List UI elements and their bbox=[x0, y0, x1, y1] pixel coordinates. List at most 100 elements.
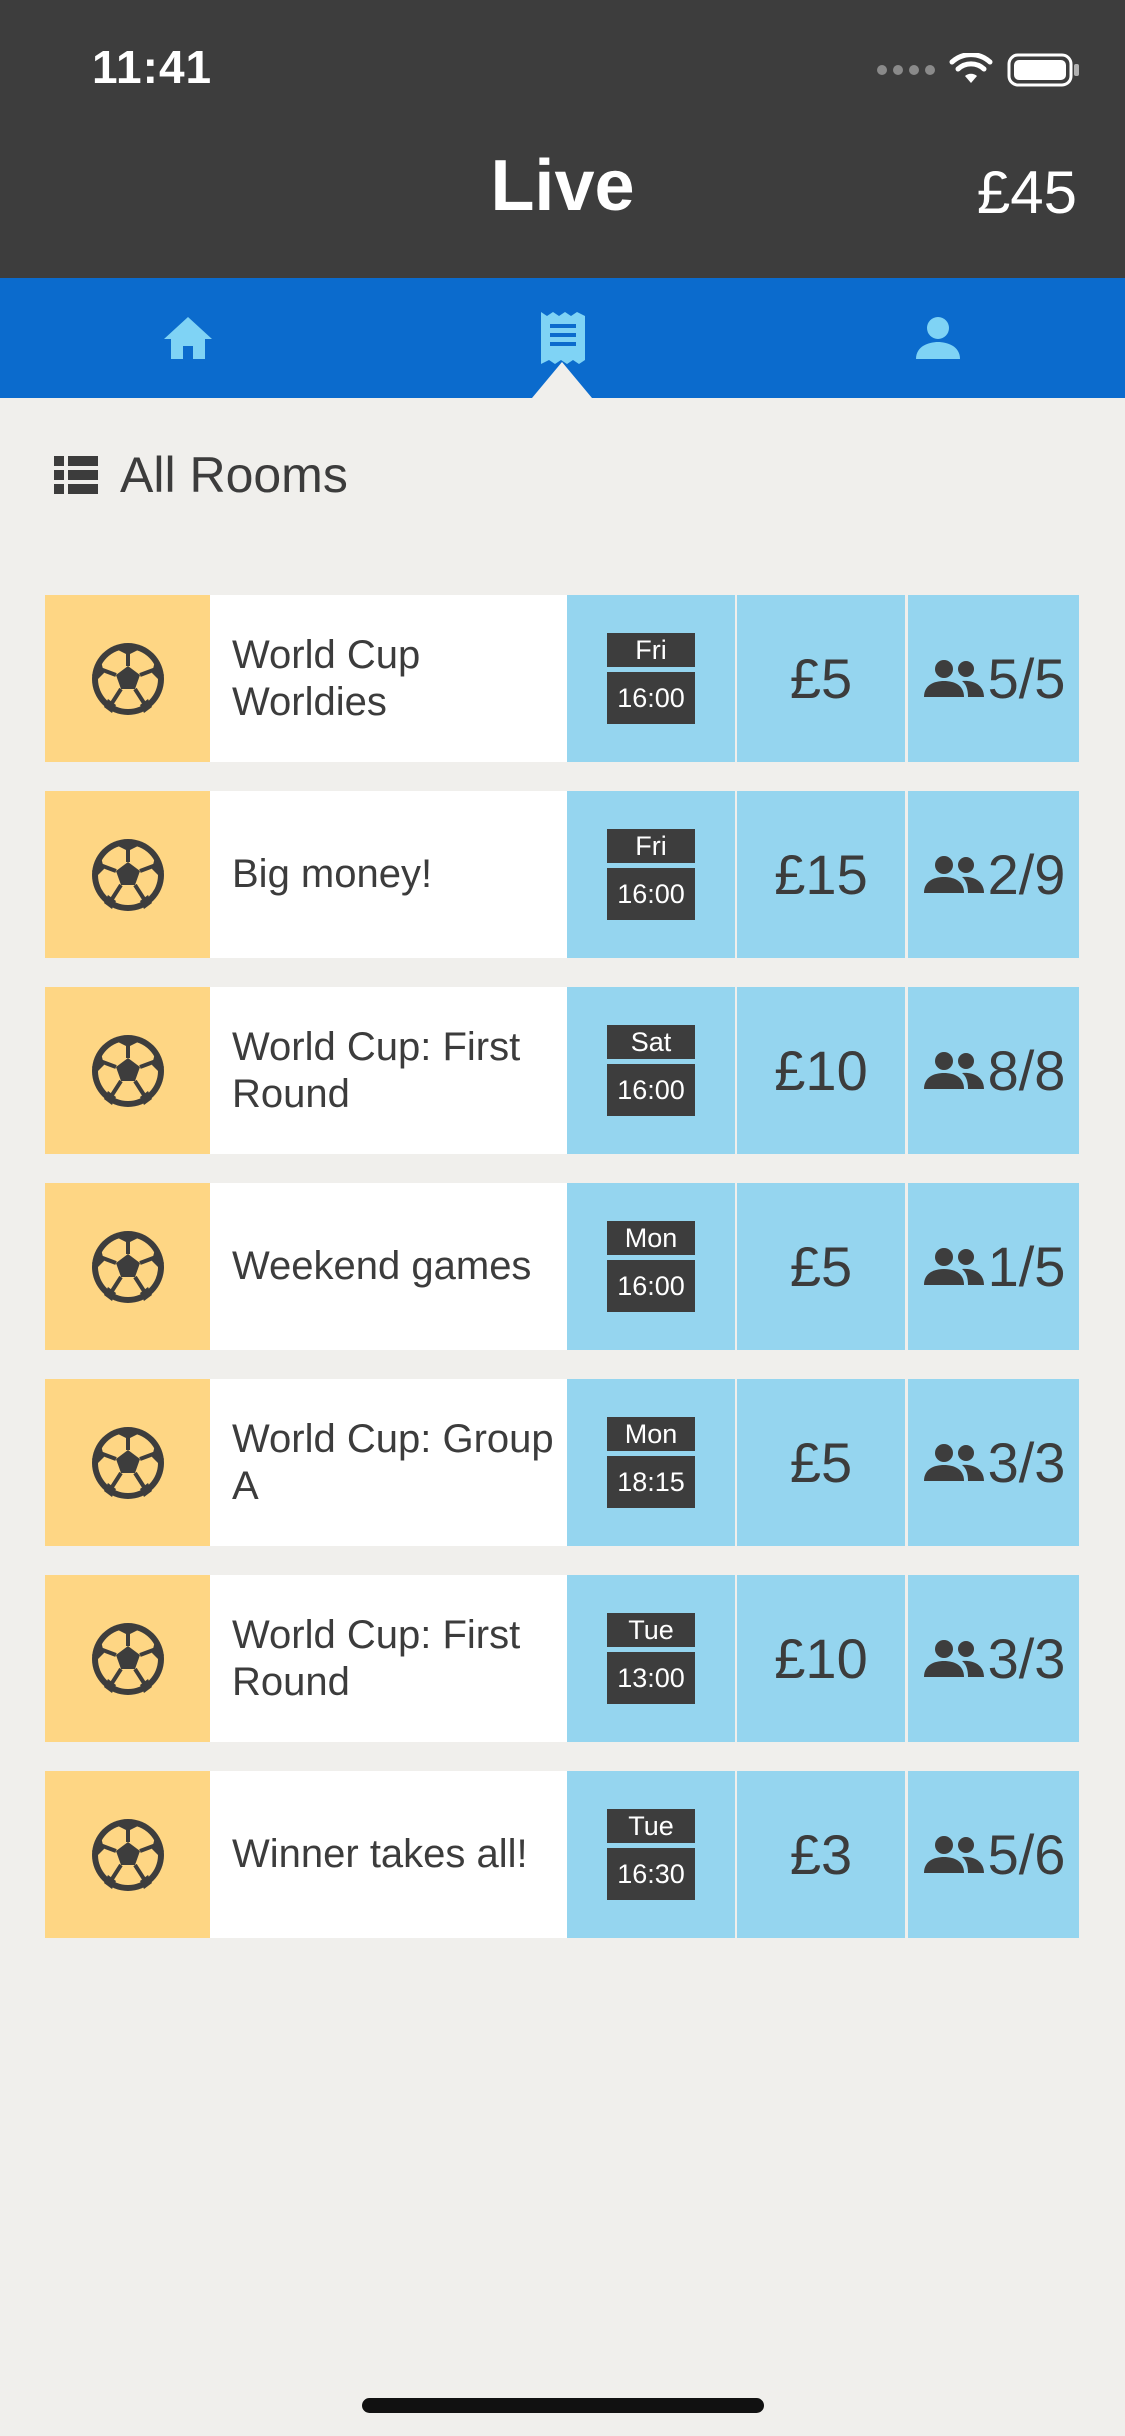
sport-cell bbox=[45, 791, 210, 958]
room-name: World Cup: Group A bbox=[210, 1379, 567, 1546]
soccer-ball-icon bbox=[91, 1230, 164, 1303]
page-title: Live bbox=[490, 146, 635, 226]
sport-cell bbox=[45, 1771, 210, 1938]
selected-tab-indicator bbox=[532, 362, 592, 398]
room-schedule: Tue 16:30 bbox=[567, 1771, 735, 1938]
group-icon bbox=[923, 1443, 984, 1481]
room-day: Tue bbox=[607, 1613, 695, 1647]
room-schedule: Sat 16:00 bbox=[567, 987, 735, 1154]
room-players: 5/6 bbox=[908, 1771, 1079, 1938]
sport-cell bbox=[45, 1183, 210, 1350]
room-day: Mon bbox=[607, 1221, 695, 1255]
section-title: All Rooms bbox=[120, 447, 348, 503]
room-row[interactable]: World Cup: First Round Tue 13:00 £10 3/3 bbox=[45, 1575, 1080, 1742]
date-badge: Fri 16:00 bbox=[607, 829, 695, 920]
sport-cell bbox=[45, 595, 210, 762]
section-heading: All Rooms bbox=[54, 440, 348, 510]
room-players: 1/5 bbox=[908, 1183, 1079, 1350]
room-time: 16:30 bbox=[607, 1848, 695, 1900]
room-name: Weekend games bbox=[210, 1183, 567, 1350]
room-day: Mon bbox=[607, 1417, 695, 1451]
room-name: World Cup: First Round bbox=[210, 1575, 567, 1742]
soccer-ball-icon bbox=[91, 1622, 164, 1695]
group-icon bbox=[923, 855, 984, 893]
soccer-ball-icon bbox=[91, 1034, 164, 1107]
rooms-list: World Cup Worldies Fri 16:00 £5 5/5 Big … bbox=[45, 595, 1080, 1967]
players-count: 8/8 bbox=[987, 1039, 1066, 1102]
signal-icon bbox=[877, 65, 935, 75]
room-day: Fri bbox=[607, 829, 695, 863]
date-badge: Mon 18:15 bbox=[607, 1417, 695, 1508]
room-row[interactable]: World Cup Worldies Fri 16:00 £5 5/5 bbox=[45, 595, 1080, 762]
soccer-ball-icon bbox=[91, 1818, 164, 1891]
room-name: World Cup: First Round bbox=[210, 987, 567, 1154]
wifi-icon bbox=[949, 53, 993, 83]
date-badge: Fri 16:00 bbox=[607, 633, 695, 724]
room-fee: £3 bbox=[737, 1771, 905, 1938]
battery-icon bbox=[1007, 53, 1079, 87]
room-time: 16:00 bbox=[607, 1064, 695, 1116]
room-day: Fri bbox=[607, 633, 695, 667]
date-badge: Tue 13:00 bbox=[607, 1613, 695, 1704]
room-schedule: Mon 18:15 bbox=[567, 1379, 735, 1546]
room-fee: £10 bbox=[737, 987, 905, 1154]
soccer-ball-icon bbox=[91, 642, 164, 715]
room-row[interactable]: Big money! Fri 16:00 £15 2/9 bbox=[45, 791, 1080, 958]
sport-cell bbox=[45, 987, 210, 1154]
room-schedule: Fri 16:00 bbox=[567, 791, 735, 958]
room-fee: £15 bbox=[737, 791, 905, 958]
room-row[interactable]: World Cup: Group A Mon 18:15 £5 3/3 bbox=[45, 1379, 1080, 1546]
room-time: 18:15 bbox=[607, 1456, 695, 1508]
room-fee: £5 bbox=[737, 1379, 905, 1546]
date-badge: Tue 16:30 bbox=[607, 1809, 695, 1900]
room-name: Winner takes all! bbox=[210, 1771, 567, 1938]
person-icon bbox=[915, 317, 960, 359]
room-day: Tue bbox=[607, 1809, 695, 1843]
tab-account[interactable] bbox=[750, 278, 1125, 398]
soccer-ball-icon bbox=[91, 838, 164, 911]
soccer-ball-icon bbox=[91, 1426, 164, 1499]
date-badge: Sat 16:00 bbox=[607, 1025, 695, 1116]
room-time: 16:00 bbox=[607, 672, 695, 724]
room-fee: £10 bbox=[737, 1575, 905, 1742]
group-icon bbox=[923, 1247, 984, 1285]
players-count: 5/6 bbox=[987, 1823, 1066, 1886]
group-icon bbox=[923, 1639, 984, 1677]
group-icon bbox=[923, 1835, 984, 1873]
status-icons bbox=[877, 50, 1081, 90]
room-players: 8/8 bbox=[908, 987, 1079, 1154]
receipt-icon bbox=[540, 312, 585, 364]
room-name: Big money! bbox=[210, 791, 567, 958]
players-count: 2/9 bbox=[987, 843, 1066, 906]
room-fee: £5 bbox=[737, 595, 905, 762]
sport-cell bbox=[45, 1379, 210, 1546]
room-schedule: Mon 16:00 bbox=[567, 1183, 735, 1350]
group-icon bbox=[923, 659, 984, 697]
home-indicator[interactable] bbox=[362, 2398, 764, 2413]
room-players: 3/3 bbox=[908, 1379, 1079, 1546]
list-icon bbox=[54, 456, 98, 494]
room-time: 16:00 bbox=[607, 1260, 695, 1312]
room-players: 3/3 bbox=[908, 1575, 1079, 1742]
status-time: 11:41 bbox=[92, 41, 213, 93]
room-schedule: Tue 13:00 bbox=[567, 1575, 735, 1742]
room-day: Sat bbox=[607, 1025, 695, 1059]
date-badge: Mon 16:00 bbox=[607, 1221, 695, 1312]
sport-cell bbox=[45, 1575, 210, 1742]
room-fee: £5 bbox=[737, 1183, 905, 1350]
players-count: 1/5 bbox=[987, 1235, 1066, 1298]
home-icon bbox=[163, 317, 212, 359]
room-row[interactable]: Winner takes all! Tue 16:30 £3 5/6 bbox=[45, 1771, 1080, 1938]
tab-home[interactable] bbox=[0, 278, 375, 398]
room-players: 2/9 bbox=[908, 791, 1079, 958]
players-count: 5/5 bbox=[987, 647, 1066, 710]
app-header: 11:41 Live £45 bbox=[0, 0, 1125, 278]
room-row[interactable]: World Cup: First Round Sat 16:00 £10 8/8 bbox=[45, 987, 1080, 1154]
room-players: 5/5 bbox=[908, 595, 1079, 762]
balance[interactable]: £45 bbox=[977, 158, 1077, 227]
room-row[interactable]: Weekend games Mon 16:00 £5 1/5 bbox=[45, 1183, 1080, 1350]
players-count: 3/3 bbox=[987, 1431, 1066, 1494]
players-count: 3/3 bbox=[987, 1627, 1066, 1690]
group-icon bbox=[923, 1051, 984, 1089]
room-name: World Cup Worldies bbox=[210, 595, 567, 762]
